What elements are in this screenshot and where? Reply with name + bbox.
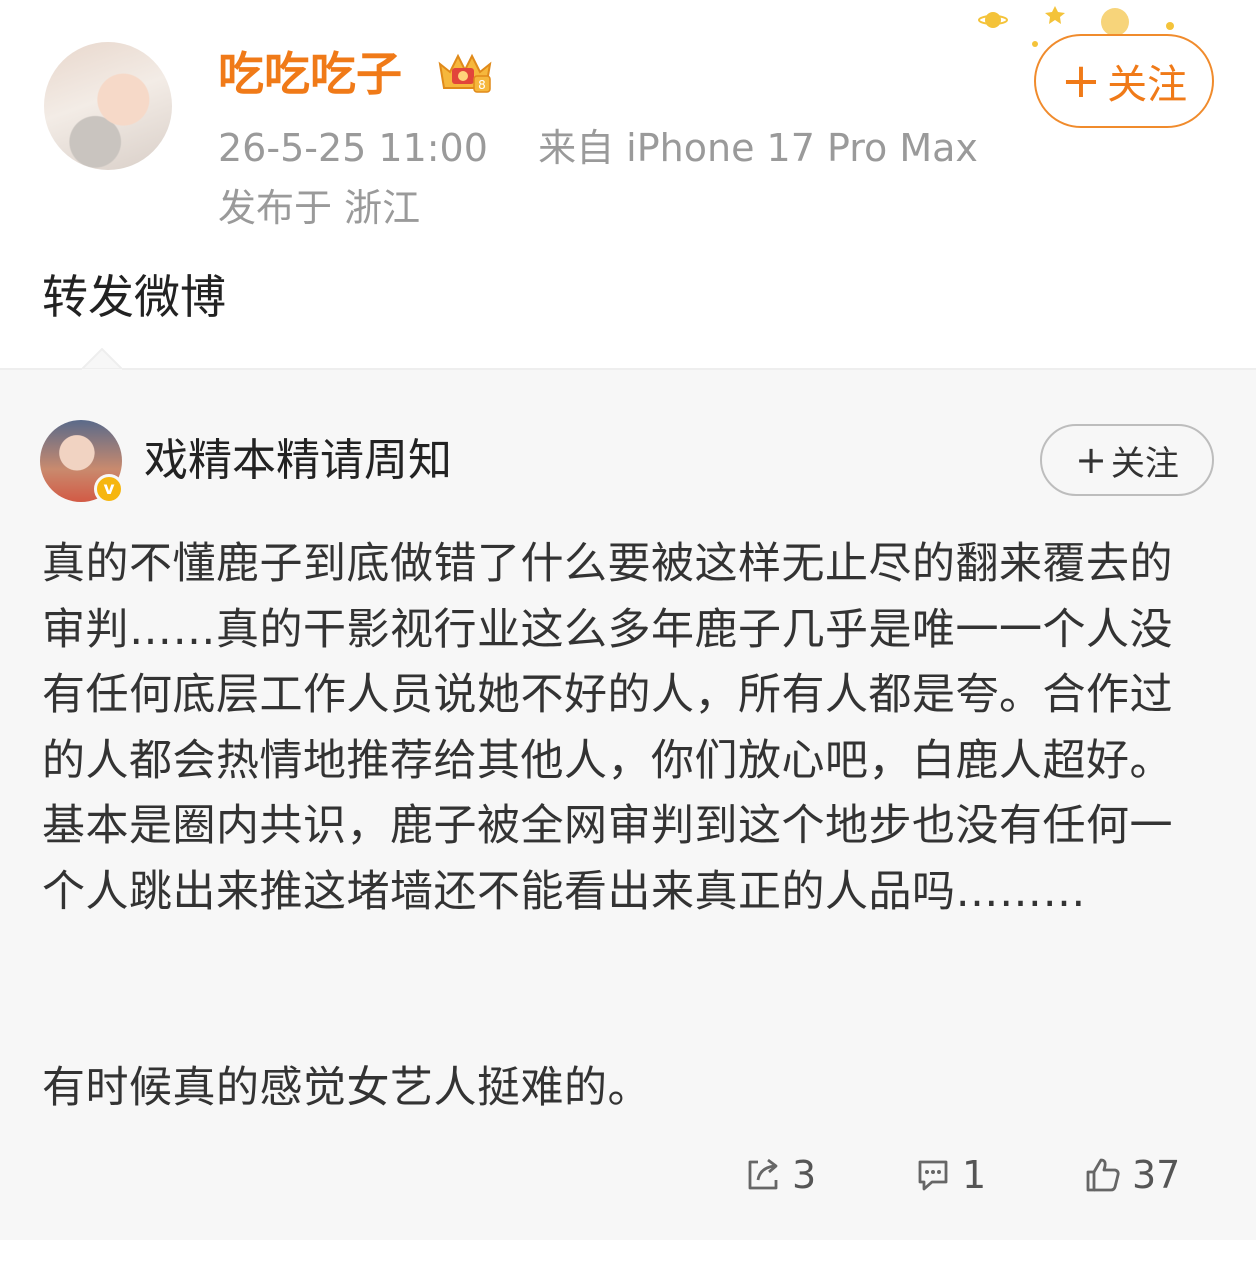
- bottom-spacer: [0, 1240, 1256, 1286]
- level-number: 8: [478, 78, 486, 92]
- post-text: 转发微博: [42, 270, 226, 324]
- post-location: 发布于 浙江: [218, 186, 421, 230]
- quoted-paragraph-1: 真的不懂鹿子到底做错了什么要被这样无止尽的翻来覆去的审判……真的干影视行业这么多…: [42, 539, 1173, 917]
- repost-icon: [748, 1158, 778, 1190]
- comment-button[interactable]: 1: [914, 1150, 986, 1200]
- plus-icon: +: [1060, 53, 1102, 109]
- quoted-post-body: 真的不懂鹿子到底做错了什么要被这样无止尽的翻来覆去的审判……真的干影视行业这么多…: [42, 532, 1202, 1122]
- follow-label: 关注: [1107, 62, 1188, 108]
- post-username[interactable]: 吃吃吃子: [218, 44, 402, 104]
- quote-pointer-icon: [82, 348, 122, 388]
- quoted-paragraph-2: 有时候真的感觉女艺人挺难的。: [42, 1063, 651, 1113]
- like-count: 37: [1132, 1153, 1181, 1197]
- quoted-follow-label: 关注: [1110, 443, 1179, 484]
- verified-icon: v: [94, 474, 124, 504]
- post-source: 来自 iPhone 17 Pro Max: [538, 126, 978, 170]
- like-icon: [1086, 1158, 1120, 1192]
- plus-icon: +: [1075, 438, 1107, 482]
- comment-icon: [918, 1160, 948, 1191]
- post-meta: 26-5-25 11:00 来自 iPhone 17 Pro Max: [218, 122, 978, 174]
- post-timestamp: 26-5-25 11:00: [218, 126, 488, 170]
- quoted-follow-button[interactable]: + 关注: [1040, 424, 1214, 496]
- user-avatar[interactable]: [44, 42, 172, 170]
- crown-badge-icon[interactable]: 8: [434, 50, 496, 96]
- comment-count: 1: [962, 1153, 987, 1197]
- repost-button[interactable]: 3: [744, 1150, 816, 1200]
- like-button[interactable]: 37: [1084, 1150, 1180, 1200]
- repost-count: 3: [792, 1153, 817, 1197]
- quoted-username[interactable]: 戏精本精请周知: [144, 432, 452, 490]
- follow-button[interactable]: + 关注: [1034, 34, 1214, 128]
